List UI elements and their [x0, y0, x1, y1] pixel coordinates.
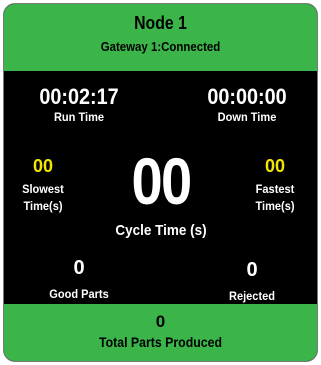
slowest-time-value: 00 [32, 156, 54, 176]
fastest-time-value: 00 [264, 156, 286, 176]
fastest-label-line1: Fastest [255, 182, 295, 196]
cycle-time-value: 00 [131, 144, 192, 218]
slowest-label-line2: Time(s) [23, 199, 63, 213]
fastest-label-line2: Time(s) [255, 199, 295, 213]
node-status-card: Node 1 Gateway 1:Connected 00:02:17 Run … [3, 3, 318, 362]
down-time-value: 00:00:00 [207, 84, 287, 109]
gateway-status: Gateway 1:Connected [100, 39, 221, 54]
slowest-label-line1: Slowest [22, 182, 64, 196]
good-parts-label: Good Parts [49, 287, 109, 301]
node-header: Node 1 Gateway 1:Connected [4, 4, 317, 71]
run-time-label: Run Time [53, 110, 105, 124]
run-time-value: 00:02:17 [39, 84, 119, 109]
rejected-label: Rejected [228, 289, 276, 303]
node-title: Node 1 [134, 13, 187, 33]
total-parts-value: 0 [155, 312, 166, 331]
total-parts-footer: 0 Total Parts Produced [4, 304, 317, 361]
rejected-value: 0 [246, 259, 258, 281]
total-parts-label: Total Parts Produced [98, 334, 223, 350]
good-parts-value: 0 [73, 257, 85, 279]
down-time-label: Down Time [217, 110, 277, 124]
cycle-time-label: Cycle Time (s) [115, 222, 207, 239]
